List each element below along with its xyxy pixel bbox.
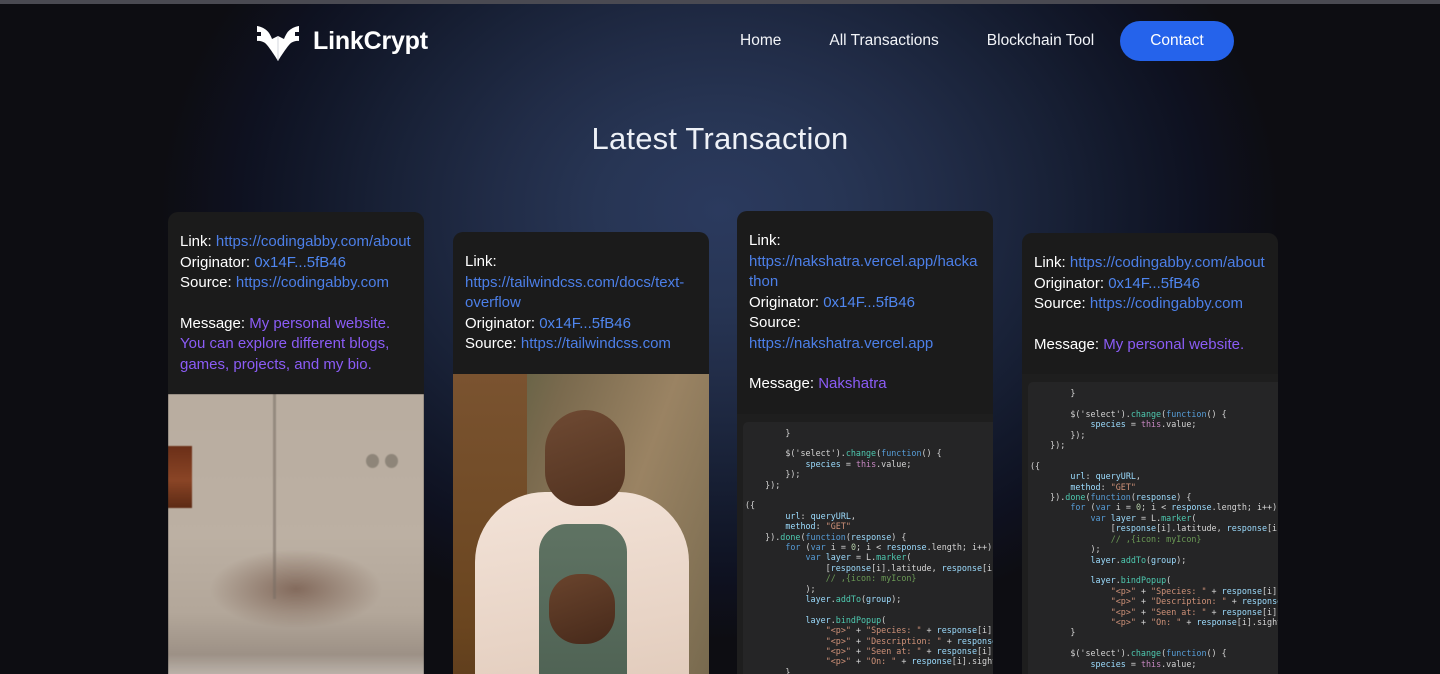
message-value: Nakshatra [818,375,887,392]
brand-name: LinkCrypt [313,26,428,55]
link-value[interactable]: https://codingabby.com/about [1070,254,1265,271]
originator-row: Originator: 0x14F...5fB46 [1034,274,1266,295]
source-label: Source: [465,335,517,352]
message-row: Message: My personal website. You can ex… [180,314,412,376]
message-label: Message: [749,375,815,392]
link-value[interactable]: https://tailwindcss.com/docs/text-overfl… [465,274,684,312]
card-media [168,394,424,674]
source-row: Source: https://nakshatra.vercel.app [749,313,981,354]
page-root: LinkCrypt Home All Transactions Blockcha… [0,0,1440,674]
transaction-card[interactable]: Link: https://codingabby.com/about Origi… [1022,233,1278,674]
originator-row: Originator: 0x14F...5fB46 [749,293,981,314]
originator-row: Originator: 0x14F...5fB46 [465,314,697,335]
link-value[interactable]: https://nakshatra.vercel.app/hackathon [749,253,977,291]
transaction-card[interactable]: Link: https://nakshatra.vercel.app/hacka… [737,211,993,674]
main-nav: Home All Transactions Blockchain Tool Co… [740,21,1234,61]
source-row: Source: https://tailwindcss.com [465,334,697,355]
brand-logo[interactable]: LinkCrypt [255,20,428,62]
blurred-bathroom-photo [168,394,424,674]
link-row: Link: https://tailwindcss.com/docs/text-… [465,252,697,314]
source-value[interactable]: https://codingabby.com [1090,295,1243,312]
link-label: Link: [180,233,212,250]
contact-button[interactable]: Contact [1120,21,1234,61]
source-row: Source: https://codingabby.com [1034,294,1266,315]
message-row: Message: My personal website. [1034,335,1266,356]
message-label: Message: [1034,335,1100,353]
link-label: Link: [465,253,497,270]
site-header: LinkCrypt Home All Transactions Blockcha… [0,4,1440,78]
source-value[interactable]: https://codingabby.com [236,274,389,291]
card-media: } $('select').change(function() { specie… [737,413,993,674]
link-label: Link: [749,232,781,249]
link-row: Link: https://codingabby.com/about [180,232,412,253]
transaction-meta: Link: https://codingabby.com/about Origi… [168,212,424,375]
source-value[interactable]: https://tailwindcss.com [521,335,671,352]
source-row: Source: https://codingabby.com [180,273,412,294]
originator-value[interactable]: 0x14F...5fB46 [254,254,346,271]
transaction-card[interactable]: Link: https://codingabby.com/about Origi… [168,212,424,674]
originator-label: Originator: [749,293,820,311]
link-row: Link: https://nakshatra.vercel.app/hacka… [749,231,981,293]
reaction-gif-person [453,373,709,674]
source-label: Source: [180,274,232,291]
link-label: Link: [1034,254,1066,271]
message-value: My personal website. [1103,335,1245,353]
door-knobs-icon [366,454,398,468]
code-snippet-text: } $('select').change(function() { specie… [745,427,993,674]
originator-value[interactable]: 0x14F...5fB46 [1108,275,1200,292]
link-value[interactable]: https://codingabby.com/about [216,233,411,250]
originator-value[interactable]: 0x14F...5fB46 [539,315,631,332]
link-row: Link: https://codingabby.com/about [1034,253,1266,274]
message-label: Message: [180,314,246,332]
transaction-meta: Link: https://nakshatra.vercel.app/hacka… [737,211,993,395]
source-value[interactable]: https://nakshatra.vercel.app [749,335,933,352]
card-media: } $('select').change(function() { specie… [1022,374,1278,674]
transaction-meta: Link: https://tailwindcss.com/docs/text-… [453,232,709,355]
originator-value[interactable]: 0x14F...5fB46 [823,294,915,311]
code-screenshot: } $('select').change(function() { specie… [737,413,993,674]
bat-mask-icon [257,26,299,61]
source-label: Source: [1034,295,1086,312]
page-title: Latest Transaction [591,121,849,156]
card-media [453,373,709,674]
nav-item-blockchain-tool[interactable]: Blockchain Tool [987,26,1094,56]
originator-label: Originator: [180,253,251,271]
code-snippet-text: } $('select').change(function() { specie… [1030,388,1278,669]
originator-label: Originator: [465,314,536,332]
originator-label: Originator: [1034,274,1105,292]
message-row: Message: Nakshatra [749,374,981,395]
code-screenshot: } $('select').change(function() { specie… [1022,374,1278,674]
transaction-meta: Link: https://codingabby.com/about Origi… [1022,233,1278,355]
originator-row: Originator: 0x14F...5fB46 [180,253,412,274]
nav-item-home[interactable]: Home [740,26,781,56]
transaction-card[interactable]: Link: https://tailwindcss.com/docs/text-… [453,232,709,674]
source-label: Source: [749,314,801,331]
nav-item-all-transactions[interactable]: All Transactions [829,26,938,56]
